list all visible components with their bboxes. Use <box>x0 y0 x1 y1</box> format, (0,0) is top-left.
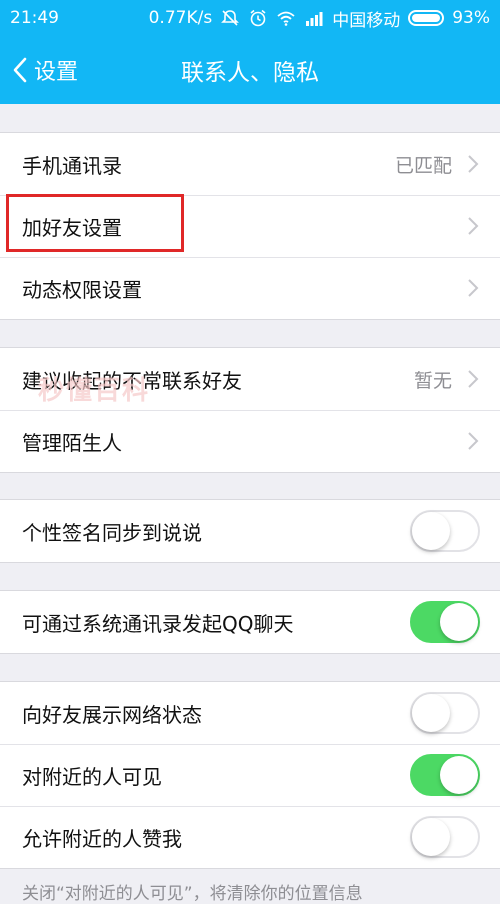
back-button[interactable]: 设置 <box>10 36 78 104</box>
row-value: 已匹配 <box>394 154 452 177</box>
toggle-switch[interactable] <box>410 816 480 858</box>
row-manage-strangers[interactable]: 管理陌生人 <box>0 410 500 472</box>
carrier-name: 中国移动 <box>332 10 401 31</box>
row-add-friend-settings[interactable]: 加好友设置 <box>0 195 500 257</box>
toggle-switch[interactable] <box>410 692 480 734</box>
alarm-icon <box>250 9 266 27</box>
settings-group-friends: 建议收起的不常联系好友 暂无 管理陌生人 <box>0 347 500 473</box>
row-moments-permission[interactable]: 动态权限设置 <box>0 257 500 319</box>
chevron-right-icon <box>468 217 479 235</box>
row-value: 暂无 <box>413 369 452 392</box>
row-show-network-status: 向好友展示网络状态 <box>0 682 500 744</box>
row-system-contacts-chat: 可通过系统通讯录发起QQ聊天 <box>0 591 500 653</box>
chevron-right-icon <box>468 279 479 297</box>
row-label: 个性签名同步到说说 <box>22 520 202 545</box>
row-label: 对附近的人可见 <box>22 764 162 789</box>
settings-group-visibility: 向好友展示网络状态 对附近的人可见 允许附近的人赞我 <box>0 681 500 869</box>
row-label: 管理陌生人 <box>22 430 122 455</box>
row-label: 向好友展示网络状态 <box>22 702 202 727</box>
row-allow-nearby-likes: 允许附近的人赞我 <box>0 806 500 868</box>
row-label: 加好友设置 <box>22 215 122 240</box>
row-visible-to-nearby: 对附近的人可见 <box>0 744 500 806</box>
watermark: 秒懂百科 <box>38 376 151 406</box>
toggle-switch[interactable] <box>410 754 480 796</box>
settings-group-contacts: 手机通讯录 已匹配 加好友设置 动态权限设置 <box>0 132 500 320</box>
chevron-right-icon <box>468 432 479 450</box>
row-phone-contacts[interactable]: 手机通讯录 已匹配 <box>0 133 500 195</box>
battery-icon <box>408 10 445 26</box>
network-speed: 0.77K/s <box>148 8 213 28</box>
settings-group-signature: 个性签名同步到说说 <box>0 499 500 563</box>
row-label: 动态权限设置 <box>22 277 142 302</box>
nav-bar: 设置 联系人、隐私 <box>0 36 500 104</box>
chevron-left-icon <box>13 57 27 83</box>
row-label: 可通过系统通讯录发起QQ聊天 <box>22 611 294 636</box>
toggle-switch[interactable] <box>410 510 480 552</box>
footer-note: 关闭“对附近的人可见”，将清除你的位置信息 <box>22 884 363 904</box>
mute-icon <box>221 10 240 26</box>
row-label: 手机通讯录 <box>22 153 122 178</box>
status-bar: 21:49 0.77K/s 中国移动 93% <box>0 0 500 36</box>
chevron-right-icon <box>468 155 479 173</box>
status-time: 21:49 <box>10 8 59 28</box>
back-label: 设置 <box>34 60 79 85</box>
chevron-right-icon <box>468 370 479 388</box>
signal-icon <box>306 12 323 26</box>
battery-level: 93% <box>452 8 490 28</box>
toggle-switch[interactable] <box>410 601 480 643</box>
settings-group-qq-chat: 可通过系统通讯录发起QQ聊天 <box>0 590 500 654</box>
row-sync-signature: 个性签名同步到说说 <box>0 500 500 562</box>
wifi-icon <box>277 11 295 26</box>
row-label: 允许附近的人赞我 <box>22 826 182 851</box>
